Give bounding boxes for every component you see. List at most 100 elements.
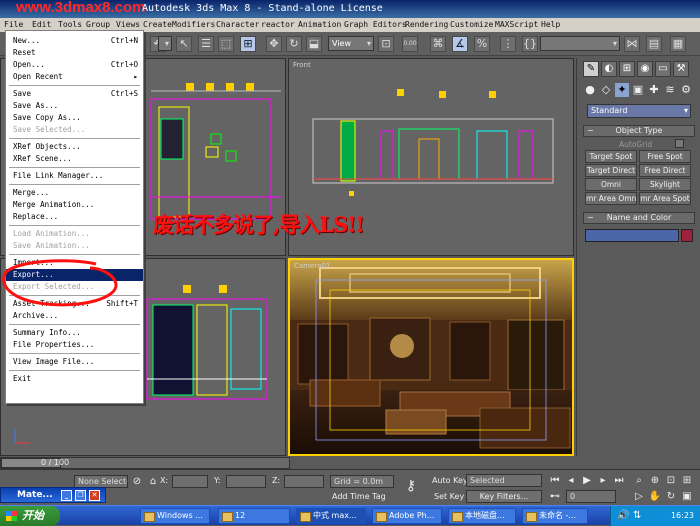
zoom-extents-all-icon[interactable]: ⊞ <box>680 474 694 487</box>
previous-frame-icon[interactable]: ◂ <box>564 474 578 487</box>
window-crossing-icon[interactable]: ⊞ <box>240 36 256 52</box>
name-and-color-rollout[interactable]: Name and Color <box>583 212 695 224</box>
x-coord-field[interactable] <box>172 475 208 488</box>
angle-snap-icon[interactable]: ∡ <box>452 36 468 52</box>
y-coord-field[interactable] <box>226 475 266 488</box>
task-3dsmax[interactable]: 中式 max... <box>296 508 366 524</box>
move-icon[interactable]: ✥ <box>266 36 282 52</box>
current-frame-field[interactable]: 0 <box>566 490 616 503</box>
menu-graph-editors[interactable]: Graph Editors <box>344 18 407 32</box>
pivot-icon[interactable]: ⊡ <box>378 36 394 52</box>
file-menu-xref-scene[interactable]: XRef Scene... <box>6 153 143 165</box>
key-icon[interactable]: ⚷ <box>404 479 418 493</box>
zoom-extents-icon[interactable]: ⊡ <box>664 474 678 487</box>
motion-tab-icon[interactable]: ◉ <box>637 61 653 77</box>
menu-animation[interactable]: Animation <box>298 18 341 32</box>
rotate-icon[interactable]: ↻ <box>286 36 302 52</box>
file-menu-file-link-manager[interactable]: File Link Manager... <box>6 170 143 182</box>
create-tab-icon[interactable]: ✎ <box>583 61 599 77</box>
file-menu-merge-animation[interactable]: Merge Animation... <box>6 199 143 211</box>
spinner-icon[interactable]: ⋮ <box>500 36 516 52</box>
task-untitled[interactable]: 未命名 -... <box>522 508 588 524</box>
minimize-icon[interactable]: _ <box>61 490 72 501</box>
menu-modifiers[interactable]: Modifiers <box>172 18 215 32</box>
key-mode-icon[interactable]: ⊷ <box>548 490 562 503</box>
file-menu-exit[interactable]: Exit <box>6 373 143 385</box>
omni-button[interactable]: Omni <box>585 178 637 191</box>
hierarchy-tab-icon[interactable]: ⊞ <box>619 61 635 77</box>
scale-icon[interactable]: ⬓ <box>306 36 322 52</box>
menu-help[interactable]: Help <box>541 18 560 32</box>
file-menu-file-properties[interactable]: File Properties... <box>6 339 143 351</box>
volume-icon[interactable]: 🔊 <box>617 506 629 526</box>
free-spot-button[interactable]: Free Spot <box>639 150 691 163</box>
shapes-icon[interactable]: ◇ <box>599 83 613 97</box>
mirror-icon[interactable]: ⋈ <box>624 36 640 52</box>
file-menu-merge[interactable]: Merge... <box>6 187 143 199</box>
modify-tab-icon[interactable]: ◐ <box>601 61 617 77</box>
menu-character[interactable]: Character <box>216 18 259 32</box>
spacewarps-icon[interactable]: ≋ <box>663 83 677 97</box>
next-frame-icon[interactable]: ▸ <box>596 474 610 487</box>
network-icon[interactable]: ⇅ <box>633 506 641 526</box>
mr-area-spot-button[interactable]: mr Area Spot <box>639 192 691 205</box>
helpers-icon[interactable]: ✚ <box>647 83 661 97</box>
select-by-name-icon[interactable]: ☰ <box>198 36 214 52</box>
z-coord-field[interactable] <box>284 475 324 488</box>
light-category-dropdown[interactable]: Standard <box>587 104 691 118</box>
menu-maxscript[interactable]: MAXScript <box>495 18 538 32</box>
menu-reactor[interactable]: reactor <box>261 18 295 32</box>
file-menu-view-image-file[interactable]: View Image File... <box>6 356 143 368</box>
zoom-icon[interactable]: ⌕ <box>632 474 646 487</box>
skylight-button[interactable]: Skylight <box>639 178 691 191</box>
file-menu-save-as[interactable]: Save As... <box>6 100 143 112</box>
named-selection-icon[interactable]: {} <box>522 36 538 52</box>
absolute-mode-icon[interactable]: ⌂ <box>146 475 160 488</box>
file-menu-summary-info[interactable]: Summary Info... <box>6 327 143 339</box>
selection-filter-dropdown[interactable] <box>158 36 172 51</box>
lights-icon[interactable]: ✦ <box>615 83 629 97</box>
auto-key-button[interactable]: Auto Key <box>432 475 468 487</box>
go-to-end-icon[interactable]: ⏭ <box>612 474 626 487</box>
file-menu-new[interactable]: New... Ctrl+N <box>6 35 143 47</box>
set-key-button[interactable]: Set Key <box>434 491 464 503</box>
orbit-icon[interactable]: ↻ <box>664 490 678 503</box>
key-mode-dropdown[interactable]: Selected <box>466 474 542 487</box>
snap-icon[interactable]: ⌘ <box>430 36 446 52</box>
target-spot-button[interactable]: Target Spot <box>585 150 637 163</box>
menu-customize[interactable]: Customize <box>450 18 493 32</box>
start-button[interactable]: 开始 <box>0 506 60 526</box>
cameras-icon[interactable]: ▣ <box>631 83 645 97</box>
file-menu-xref-objects[interactable]: XRef Objects... <box>6 141 143 153</box>
menu-create[interactable]: Create <box>143 18 172 32</box>
task-photoshop[interactable]: Adobe Ph... <box>372 508 442 524</box>
object-name-field[interactable] <box>585 229 679 242</box>
file-menu-open-recent[interactable]: Open Recent ▸ <box>6 71 143 83</box>
add-time-tag[interactable]: Add Time Tag <box>332 491 386 503</box>
mr-area-omni-button[interactable]: mr Area Omni <box>585 192 637 205</box>
fov-icon[interactable]: ▷ <box>632 490 646 503</box>
geometry-icon[interactable]: ● <box>583 83 597 97</box>
key-filters-button[interactable]: Key Filters... <box>466 490 542 503</box>
pan-icon[interactable]: ✋ <box>648 490 662 503</box>
reference-coord-dropdown[interactable]: View <box>328 36 374 51</box>
file-menu-reset[interactable]: Reset <box>6 47 143 59</box>
file-menu-save[interactable]: Save Ctrl+S <box>6 88 143 100</box>
play-icon[interactable]: ▶ <box>580 474 594 487</box>
autogrid-checkbox[interactable] <box>675 139 684 148</box>
display-tab-icon[interactable]: ▭ <box>655 61 671 77</box>
named-selection-dropdown[interactable] <box>540 36 620 51</box>
file-menu-replace[interactable]: Replace... <box>6 211 143 223</box>
systems-icon[interactable]: ⚙ <box>679 83 693 97</box>
free-direct-button[interactable]: Free Direct <box>639 164 691 177</box>
file-menu-open[interactable]: Open... Ctrl+O <box>6 59 143 71</box>
maximize-viewport-icon[interactable]: ▣ <box>680 490 694 503</box>
object-color-swatch[interactable] <box>681 229 693 242</box>
menu-rendering[interactable]: Rendering <box>405 18 448 32</box>
select-object-icon[interactable]: ↖ <box>176 36 192 52</box>
utilities-tab-icon[interactable]: ⚒ <box>673 61 689 77</box>
material-editor-minibar[interactable]: Mate... _ ❐ ✕ <box>0 487 106 503</box>
percent-snap-icon[interactable]: % <box>474 36 490 52</box>
task-folder-12[interactable]: 12 <box>218 508 290 524</box>
target-direct-button[interactable]: Target Direct <box>585 164 637 177</box>
